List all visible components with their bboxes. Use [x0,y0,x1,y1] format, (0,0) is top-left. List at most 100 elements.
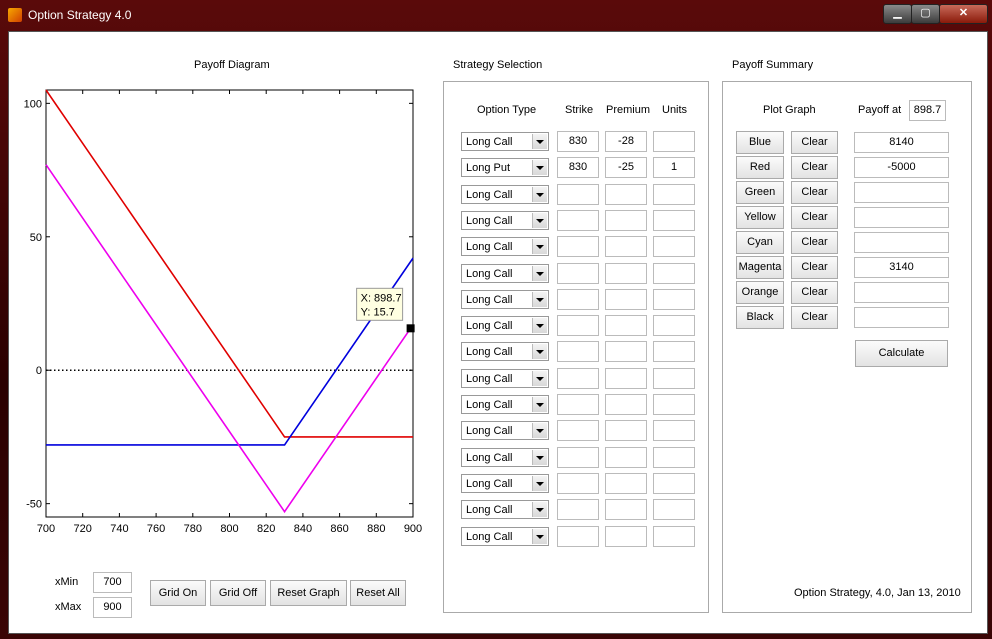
close-button[interactable]: ✕ [939,4,988,24]
strike-input[interactable] [557,262,599,284]
strike-input[interactable] [557,209,599,231]
units-input[interactable] [653,236,695,258]
premium-input[interactable] [605,236,647,258]
plot-black-button[interactable]: Black [736,306,784,329]
strike-input[interactable] [557,472,599,494]
units-input[interactable] [653,499,695,521]
maximize-button[interactable]: ▢ [911,4,940,24]
grid-on-button[interactable]: Grid On [150,580,206,606]
plot-magenta-button[interactable]: Magenta [736,256,784,279]
chevron-down-icon[interactable] [532,397,547,412]
reset-all-button[interactable]: Reset All [350,580,406,606]
strike-input[interactable] [557,315,599,337]
chevron-down-icon[interactable] [532,502,547,518]
premium-input[interactable] [605,525,647,547]
strike-input[interactable] [557,183,599,205]
premium-input[interactable] [605,183,647,205]
premium-input[interactable] [605,341,647,363]
strike-input[interactable] [557,420,599,442]
clear-cyan-button[interactable]: Clear [791,231,838,254]
strike-input[interactable]: 830 [557,157,599,179]
chevron-down-icon[interactable] [532,160,547,176]
grid-off-button[interactable]: Grid Off [210,580,266,606]
units-input[interactable] [653,209,695,231]
chevron-down-icon[interactable] [532,475,547,491]
premium-input[interactable] [605,288,647,310]
units-input[interactable] [653,472,695,494]
clear-orange-button[interactable]: Clear [791,281,838,304]
premium-input[interactable] [605,394,647,415]
units-input[interactable] [653,315,695,337]
chevron-down-icon[interactable] [532,134,547,149]
clear-magenta-button[interactable]: Clear [791,256,838,279]
units-input[interactable] [653,131,695,152]
strike-input[interactable] [557,446,599,468]
option-type-dropdown[interactable]: Long Call [461,342,549,362]
units-input[interactable] [653,367,695,389]
chevron-down-icon[interactable] [532,344,547,360]
clear-yellow-button[interactable]: Clear [791,206,838,229]
plot-orange-button[interactable]: Orange [736,281,784,304]
strike-input[interactable] [557,341,599,363]
strike-input[interactable] [557,236,599,258]
clear-black-button[interactable]: Clear [791,306,838,329]
premium-input[interactable] [605,420,647,442]
units-input[interactable]: 1 [653,157,695,179]
premium-input[interactable]: -25 [605,157,647,179]
chevron-down-icon[interactable] [532,265,547,281]
strike-input[interactable] [557,367,599,389]
chevron-down-icon[interactable] [532,186,547,202]
chevron-down-icon[interactable] [532,212,547,228]
payoff-chart[interactable]: 700 720 740 760 780 800 820 840 860 880 900 -50 0 50… [9,82,429,547]
option-type-dropdown[interactable]: Long Call [461,500,549,520]
units-input[interactable] [653,420,695,442]
premium-input[interactable] [605,262,647,284]
units-input[interactable] [653,341,695,363]
payoff-at-input[interactable]: 898.7 [909,100,946,121]
units-input[interactable] [653,394,695,415]
chevron-down-icon[interactable] [532,370,547,386]
chevron-down-icon[interactable] [532,528,547,544]
plot-yellow-button[interactable]: Yellow [736,206,784,229]
strike-input[interactable]: 830 [557,131,599,152]
plot-cyan-button[interactable]: Cyan [736,231,784,254]
strike-input[interactable] [557,525,599,547]
plot-blue-button[interactable]: Blue [736,131,784,154]
option-type-dropdown[interactable]: Long Call [461,447,549,467]
strike-input[interactable] [557,394,599,415]
chevron-down-icon[interactable] [532,291,547,307]
plot-red-button[interactable]: Red [736,156,784,179]
premium-input[interactable] [605,209,647,231]
plot-green-button[interactable]: Green [736,181,784,204]
xmin-input[interactable]: 700 [93,572,132,593]
strike-input[interactable] [557,499,599,521]
premium-input[interactable] [605,499,647,521]
option-type-dropdown[interactable]: Long Call [461,395,549,414]
option-type-dropdown[interactable]: Long Call [461,184,549,204]
option-type-dropdown[interactable]: Long Call [461,132,549,151]
datatip-marker[interactable] [406,324,415,333]
option-type-dropdown[interactable]: Long Call [461,289,549,309]
premium-input[interactable] [605,472,647,494]
units-input[interactable] [653,288,695,310]
clear-blue-button[interactable]: Clear [791,131,838,154]
option-type-dropdown[interactable]: Long Call [461,473,549,493]
units-input[interactable] [653,183,695,205]
option-type-dropdown[interactable]: Long Call [461,526,549,546]
clear-red-button[interactable]: Clear [791,156,838,179]
calculate-button[interactable]: Calculate [855,340,948,367]
title-bar[interactable]: Option Strategy 4.0 ▁ ▢ ✕ [0,0,992,30]
premium-input[interactable] [605,315,647,337]
units-input[interactable] [653,262,695,284]
chevron-down-icon[interactable] [532,449,547,465]
units-input[interactable] [653,525,695,547]
units-input[interactable] [653,446,695,468]
chevron-down-icon[interactable] [532,318,547,334]
chevron-down-icon[interactable] [532,423,547,439]
reset-graph-button[interactable]: Reset Graph [270,580,347,606]
option-type-dropdown[interactable]: Long Call [461,263,549,283]
strike-input[interactable] [557,288,599,310]
option-type-dropdown[interactable]: Long Put [461,158,549,178]
option-type-dropdown[interactable]: Long Call [461,368,549,388]
option-type-dropdown[interactable]: Long Call [461,421,549,441]
